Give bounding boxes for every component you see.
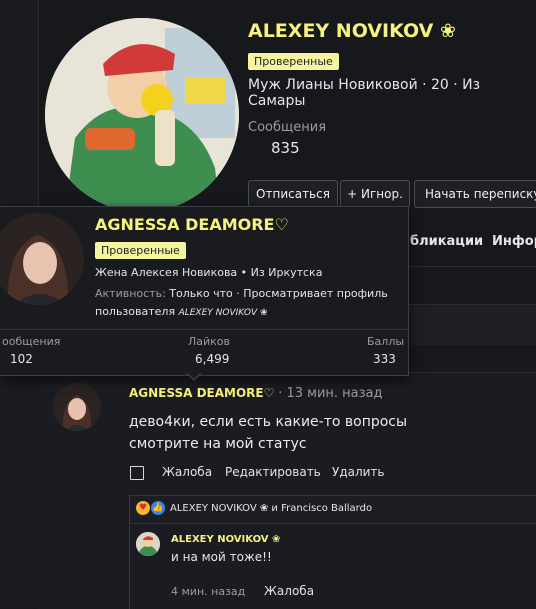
activity-label: Активность:: [95, 287, 166, 300]
tab-info[interactable]: Инфор: [492, 234, 536, 249]
stat-messages-value: 102: [10, 352, 33, 366]
activity-user[interactable]: ALEXEY NOVIKOV ❀: [179, 308, 268, 318]
stat-messages-label: ообщения: [2, 335, 61, 348]
popover-blurb: Жена Алексея Новикова • Из Иркутска: [95, 266, 323, 279]
report-link[interactable]: Жалоба: [162, 465, 212, 479]
reply-author-name[interactable]: ALEXEY NOVIKOV ❀: [171, 534, 280, 545]
popover-avatar-illustration: [0, 213, 84, 305]
post-header: AGNESSA DEAMORE♡ · 13 мин. назад: [129, 386, 383, 401]
verified-badge: Проверенные: [248, 53, 339, 70]
profile-name[interactable]: ALEXEY NOVIKOV ❀: [248, 20, 456, 42]
like-reaction-icon: 👍: [151, 501, 165, 515]
avatar-illustration: [45, 18, 239, 212]
stat-likes-label: Лайков: [188, 335, 231, 348]
post-time[interactable]: · 13 мин. назад: [278, 386, 382, 401]
popover-verified-badge: Проверенные: [95, 242, 186, 259]
messages-label: Сообщения: [248, 120, 327, 135]
unfollow-button[interactable]: Отписаться: [248, 180, 338, 208]
reactions-text[interactable]: ALEXEY NOVIKOV ❀ и Francisco Ballardo: [170, 503, 372, 514]
stat-points-label: Баллы: [367, 335, 405, 348]
post-author-name[interactable]: AGNESSA DEAMORE♡: [129, 386, 274, 400]
stat-points-value: 333: [373, 352, 396, 366]
start-chat-button[interactable]: Начать переписку: [414, 180, 536, 208]
reply-report-link[interactable]: Жалоба: [264, 584, 314, 598]
popover-name[interactable]: AGNESSA DEAMORE♡: [95, 215, 289, 234]
profile-avatar[interactable]: [45, 18, 239, 212]
reply-time[interactable]: 4 мин. назад: [171, 585, 245, 598]
love-reaction-icon: ♥: [136, 501, 150, 515]
post-text-line1: дево4ки, если есть какие-то вопросы: [129, 414, 408, 430]
popover-avatar[interactable]: [0, 213, 84, 305]
stat-likes-value: 6,499: [195, 352, 230, 366]
member-popover: AGNESSA DEAMORE♡ Проверенные Жена Алексе…: [0, 206, 409, 376]
ignore-button[interactable]: + Игнор.: [340, 180, 410, 208]
messages-count[interactable]: 835: [271, 139, 300, 157]
activity-value: Только что · Просматривает профиль: [169, 287, 388, 300]
reply-avatar-illustration: [136, 532, 160, 556]
reply-text: и на мой тоже!!: [171, 550, 272, 564]
post-author-avatar[interactable]: [53, 383, 101, 431]
delete-link[interactable]: Удалить: [332, 465, 385, 479]
post-avatar-illustration: [53, 383, 101, 431]
popover-divider: [0, 329, 408, 330]
select-checkbox[interactable]: [130, 466, 144, 480]
activity-value-2: пользователя: [95, 305, 176, 318]
profile-blurb: Муж Лианы Новиковой · 20 · Из Самары: [248, 77, 481, 109]
popover-arrow-fill: [187, 372, 201, 379]
reply-avatar[interactable]: [136, 532, 160, 556]
popover-activity: Активность: Только что · Просматривает п…: [95, 287, 388, 300]
popover-activity-line2: пользователя ALEXEY NOVIKOV ❀: [95, 305, 268, 318]
tab-publications[interactable]: бликации: [410, 234, 483, 249]
edit-link[interactable]: Редактировать: [225, 465, 321, 479]
post-text-line2: смотрите на мой статус: [129, 436, 307, 452]
